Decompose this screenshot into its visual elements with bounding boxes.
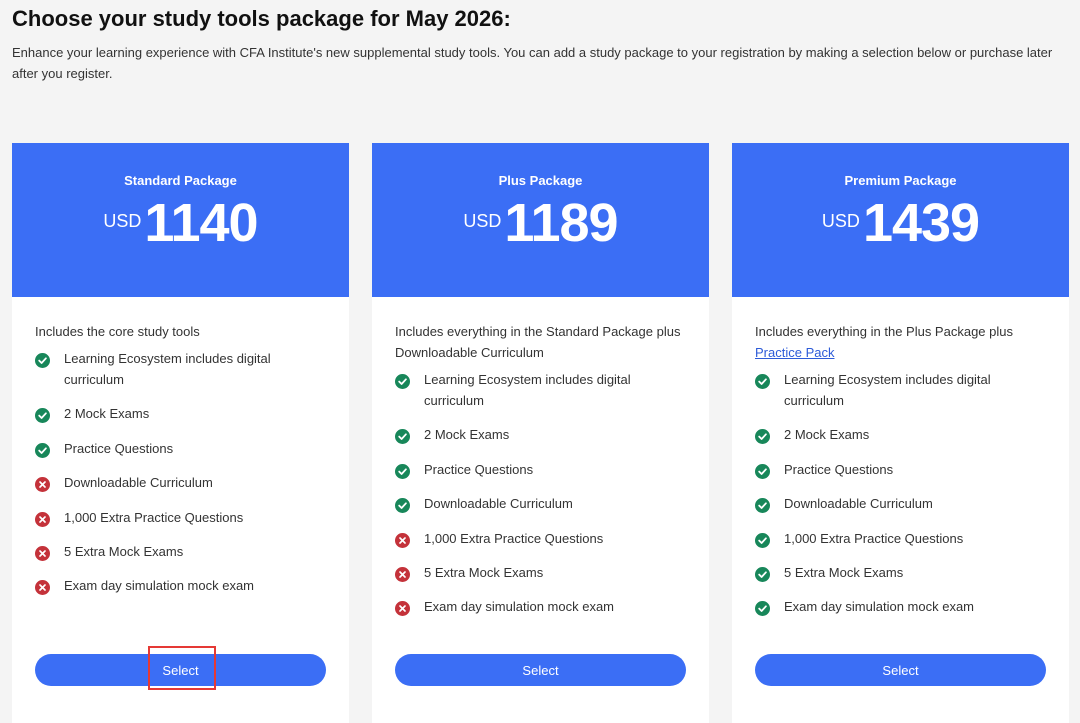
feature-item: Exam day simulation mock exam: [35, 575, 326, 596]
price-amount: 1140: [144, 193, 258, 253]
feature-item: Practice Questions: [35, 438, 326, 459]
feature-item: Learning Ecosystem includes digital curr…: [395, 369, 686, 411]
feature-item: 1,000 Extra Practice Questions: [395, 528, 686, 549]
page-title: Choose your study tools package for May …: [12, 6, 511, 31]
feature-label: Exam day simulation mock exam: [64, 578, 255, 594]
feature-list: Learning Ecosystem includes digital curr…: [35, 348, 326, 596]
feature-item: Downloadable Curriculum: [395, 493, 686, 514]
feature-item: Downloadable Curriculum: [755, 493, 1046, 514]
package-header: Premium Package USD 1439: [732, 143, 1069, 297]
check-circle-icon: [395, 463, 410, 479]
feature-label: 2 Mock Exams: [64, 406, 150, 422]
package-name: Plus Package: [498, 173, 583, 188]
select-button-premium[interactable]: Select: [755, 654, 1046, 686]
feature-item: 5 Extra Mock Exams: [395, 562, 686, 583]
feature-label: Downloadable Curriculum: [424, 496, 573, 512]
feature-item: 2 Mock Exams: [35, 403, 326, 424]
package-body: Includes everything in the Plus Package …: [732, 297, 1069, 721]
package-body: Includes the core study tools Learning Ec…: [12, 297, 349, 721]
feature-label: Practice Questions: [424, 461, 534, 477]
package-card-standard: Standard Package USD 1140 Includes the core…: [12, 143, 349, 723]
price-currency: USD: [463, 211, 502, 231]
package-intro-text: Includes the core study tools: [35, 324, 200, 339]
check-circle-icon: [395, 429, 410, 445]
check-circle-icon: [755, 498, 770, 514]
package-body: Includes everything in the Standard Pack…: [372, 297, 709, 721]
feature-label: 2 Mock Exams: [784, 427, 870, 443]
feature-item: 2 Mock Exams: [755, 424, 1046, 445]
check-circle-icon: [35, 408, 50, 424]
package-intro-text: Includes everything in the Plus Package …: [755, 324, 1013, 339]
page-intro: Enhance your learning experience with CF…: [12, 45, 1053, 81]
x-circle-icon: [35, 580, 50, 596]
check-circle-icon: [755, 532, 770, 548]
feature-item: Practice Questions: [395, 459, 686, 480]
feature-item: Learning Ecosystem includes digital curr…: [35, 348, 326, 390]
price-amount: 1189: [504, 193, 618, 253]
feature-label: Practice Questions: [64, 440, 174, 456]
package-intro: Includes everything in the Plus Package …: [755, 321, 1046, 363]
feature-item: Exam day simulation mock exam: [395, 596, 686, 617]
x-circle-icon: [395, 566, 410, 582]
feature-item: Downloadable Curriculum: [35, 472, 326, 493]
feature-label: Downloadable Curriculum: [784, 496, 933, 512]
x-circle-icon: [395, 601, 410, 617]
feature-label: 5 Extra Mock Exams: [784, 564, 904, 580]
feature-list: Learning Ecosystem includes digital curr…: [755, 369, 1046, 617]
package-header: Plus Package USD 1189: [372, 143, 709, 297]
feature-label: 5 Extra Mock Exams: [424, 564, 544, 580]
check-circle-icon: [755, 429, 770, 445]
feature-item: 1,000 Extra Practice Questions: [35, 507, 326, 528]
feature-item: 2 Mock Exams: [395, 424, 686, 445]
x-circle-icon: [35, 477, 50, 493]
package-intro-text: Includes everything in the Standard Pack…: [395, 324, 681, 360]
package-card-plus: Plus Package USD 1189 Includes everything i…: [372, 143, 709, 723]
feature-list: Learning Ecosystem includes digital curr…: [395, 369, 686, 617]
feature-label: 2 Mock Exams: [424, 427, 510, 443]
price-amount: 1439: [862, 193, 980, 253]
practice-pack-link[interactable]: Practice Pack: [755, 345, 834, 360]
feature-label: Learning Ecosystem includes digital curr…: [424, 372, 631, 408]
feature-item: Exam day simulation mock exam: [755, 596, 1046, 617]
check-circle-icon: [755, 374, 770, 389]
feature-label: Downloadable Curriculum: [64, 475, 213, 491]
feature-label: Learning Ecosystem includes digital curr…: [64, 351, 271, 387]
x-circle-icon: [395, 532, 410, 548]
feature-label: 1,000 Extra Practice Questions: [64, 509, 244, 525]
feature-label: Practice Questions: [784, 461, 894, 477]
check-circle-icon: [395, 498, 410, 514]
price: USD 1189: [372, 193, 709, 253]
feature-item: 1,000 Extra Practice Questions: [755, 528, 1046, 549]
price: USD 1439: [732, 193, 1069, 253]
check-circle-icon: [755, 463, 770, 479]
check-circle-icon: [755, 566, 770, 582]
package-intro: Includes the core study tools: [35, 321, 326, 342]
feature-item: 5 Extra Mock Exams: [35, 541, 326, 562]
select-button-standard[interactable]: Select: [35, 654, 326, 686]
feature-item: 5 Extra Mock Exams: [755, 562, 1046, 583]
feature-label: Exam day simulation mock exam: [784, 599, 975, 615]
feature-label: 1,000 Extra Practice Questions: [424, 530, 604, 546]
check-circle-icon: [35, 353, 50, 368]
package-name: Standard Package: [124, 173, 237, 188]
feature-label: Exam day simulation mock exam: [424, 599, 615, 615]
x-circle-icon: [35, 545, 50, 561]
check-circle-icon: [395, 374, 410, 389]
check-circle-icon: [755, 601, 770, 617]
x-circle-icon: [35, 511, 50, 527]
package-card-premium: Premium Package USD 1439 Includes everythin…: [732, 143, 1069, 723]
select-button-plus[interactable]: Select: [395, 654, 686, 686]
feature-item: Practice Questions: [755, 459, 1046, 480]
package-header: Standard Package USD 1140: [12, 143, 349, 297]
price: USD 1140: [12, 193, 349, 253]
check-circle-icon: [35, 442, 50, 458]
package-name: Premium Package: [844, 173, 957, 188]
feature-label: 1,000 Extra Practice Questions: [784, 530, 964, 546]
price-currency: USD: [821, 211, 860, 231]
feature-item: Learning Ecosystem includes digital curr…: [755, 369, 1046, 411]
price-currency: USD: [103, 211, 142, 231]
package-intro: Includes everything in the Standard Pack…: [395, 321, 686, 363]
feature-label: 5 Extra Mock Exams: [64, 543, 184, 559]
feature-label: Learning Ecosystem includes digital curr…: [784, 372, 991, 408]
